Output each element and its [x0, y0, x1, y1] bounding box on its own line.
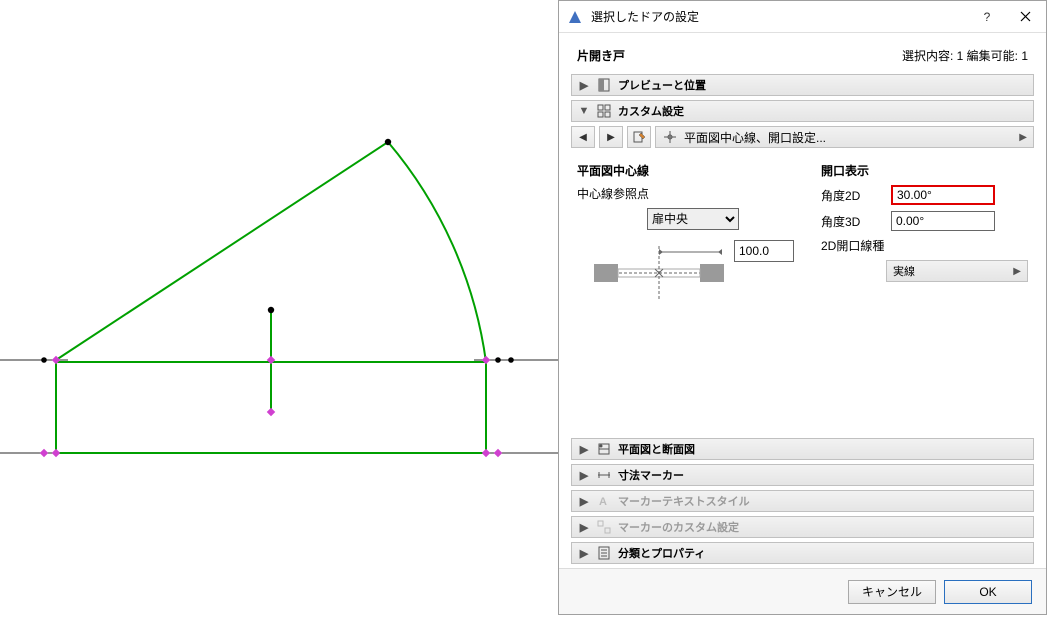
cancel-button[interactable]: キャンセル — [848, 580, 936, 604]
section-preview-position[interactable]: ▶ プレビューと位置 — [571, 74, 1034, 96]
help-button[interactable]: ? — [968, 1, 1006, 33]
linetype-combo[interactable]: 実線 ▶ — [886, 260, 1028, 282]
door-settings-dialog: 選択したドアの設定 ? 片開き戸 選択内容: 1 編集可能: 1 ▶ プレビュー… — [558, 0, 1047, 615]
angle3d-label: 角度3D — [821, 213, 891, 230]
breadcrumb-label: 平面図中心線、開口設定... — [684, 129, 826, 146]
section-classification[interactable]: ▶ 分類とプロパティ — [571, 542, 1034, 564]
triangle-left-icon: ◀ — [579, 132, 587, 143]
dialog-title: 選択したドアの設定 — [591, 8, 968, 25]
triangle-right-icon: ▶ — [607, 132, 615, 143]
titlebar: 選択したドアの設定 ? — [559, 1, 1046, 33]
angle2d-input[interactable] — [891, 185, 995, 205]
header-row: 片開き戸 選択内容: 1 編集可能: 1 — [559, 33, 1046, 74]
dimension-icon — [596, 467, 612, 483]
close-icon — [1020, 11, 1031, 22]
dialog-footer: キャンセル OK — [559, 568, 1046, 614]
breadcrumb-bar[interactable]: 平面図中心線、開口設定... ▶ — [655, 126, 1034, 148]
section-label: 分類とプロパティ — [618, 545, 705, 561]
close-button[interactable] — [1006, 1, 1044, 33]
drawing-canvas[interactable] — [0, 0, 558, 615]
section-label: マーカーのカスタム設定 — [618, 519, 739, 535]
plan-section-icon — [596, 441, 612, 457]
section-marker-custom: ▶ マーカーのカスタム設定 — [571, 516, 1034, 538]
document-icon — [596, 545, 612, 561]
selection-status: 選択内容: 1 編集可能: 1 — [902, 47, 1028, 64]
chevron-right-icon: ▶ — [578, 443, 590, 456]
linetype-label: 2D開口線種 — [821, 237, 1028, 254]
section-custom-settings[interactable]: ▼ カスタム設定 — [571, 100, 1034, 122]
section-marker-text-style: ▶ A マーカーテキストスタイル — [571, 490, 1034, 512]
nav-back-button[interactable]: ◀ — [571, 126, 595, 148]
chevron-right-icon: ▶ — [578, 79, 590, 92]
chevron-right-icon: ▶ — [578, 521, 590, 534]
ref-point-select[interactable]: 扉中央 — [647, 208, 739, 230]
section-label: 平面図と断面図 — [618, 441, 695, 457]
settings-icon — [596, 103, 612, 119]
section-label: マーカーテキストスタイル — [618, 493, 750, 509]
centerline-diagram — [592, 240, 726, 306]
chevron-down-icon: ▼ — [578, 105, 590, 117]
plan-centerline-title: 平面図中心線 — [577, 162, 809, 179]
chevron-right-icon: ▶ — [1019, 132, 1027, 143]
door-type-label: 片開き戸 — [577, 47, 625, 64]
chevron-right-icon: ▶ — [578, 495, 590, 508]
chevron-right-icon: ▶ — [578, 469, 590, 482]
app-icon — [567, 9, 583, 25]
edit-button[interactable] — [627, 126, 651, 148]
ok-button[interactable]: OK — [944, 580, 1032, 604]
offset-input[interactable] — [734, 240, 794, 262]
section-plan-elevation[interactable]: ▶ 平面図と断面図 — [571, 438, 1034, 460]
axis-icon — [662, 129, 678, 145]
svg-text:A: A — [599, 496, 607, 508]
section-label: プレビューと位置 — [618, 77, 706, 93]
preview-icon — [596, 77, 612, 93]
section-label: 寸法マーカー — [618, 467, 684, 483]
opening-display-title: 開口表示 — [821, 162, 1028, 179]
pencil-icon — [632, 130, 646, 144]
custom-icon — [596, 519, 612, 535]
nav-forward-button[interactable]: ▶ — [599, 126, 623, 148]
section-dimension-marker[interactable]: ▶ 寸法マーカー — [571, 464, 1034, 486]
chevron-right-icon: ▶ — [1013, 266, 1021, 277]
section-label: カスタム設定 — [618, 103, 684, 119]
ref-point-label: 中心線参照点 — [577, 185, 809, 202]
text-style-icon: A — [596, 493, 612, 509]
chevron-right-icon: ▶ — [578, 547, 590, 560]
linetype-value: 実線 — [893, 263, 915, 279]
angle2d-label: 角度2D — [821, 187, 891, 204]
angle3d-input[interactable] — [891, 211, 995, 231]
